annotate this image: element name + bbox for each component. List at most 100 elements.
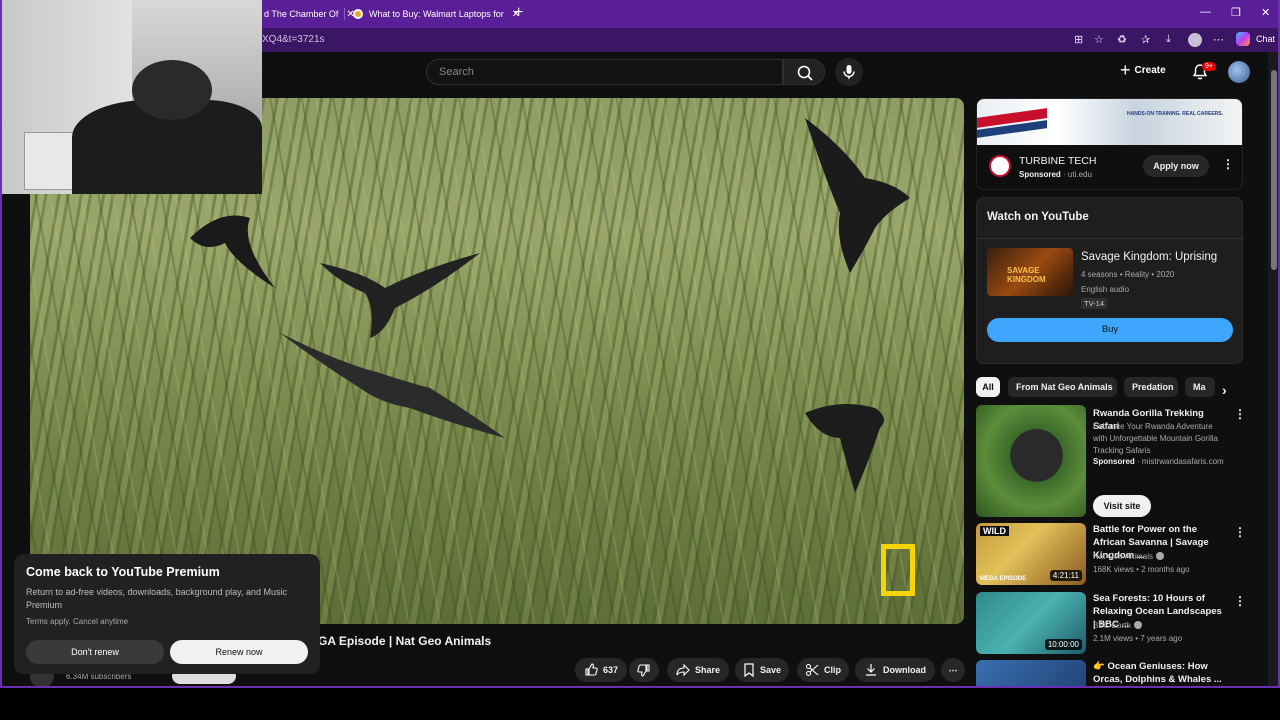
more-actions-button[interactable]: ⋯ xyxy=(941,658,965,682)
show-poster[interactable]: SAVAGE KINGDOM xyxy=(987,248,1073,296)
scrollbar-thumb[interactable] xyxy=(1271,70,1277,270)
ad-banner-image[interactable]: HANDS-ON TRAINING. REAL CAREERS. xyxy=(977,99,1242,145)
bird-image xyxy=(805,118,910,273)
rec-menu-icon[interactable]: ⋮ xyxy=(1234,407,1246,421)
extensions-icon[interactable]: ♻ xyxy=(1117,33,1127,46)
list-item[interactable]: 👉 Ocean Geniuses: How Orcas, Dolphins & … xyxy=(976,660,1236,686)
like-count: 637 xyxy=(602,665,619,675)
rec-channel[interactable]: Nat Geo Animals xyxy=(1093,552,1165,561)
show-meta: 4 seasons • Reality • 2020 xyxy=(1081,270,1175,279)
video-title: GA Episode | Nat Geo Animals xyxy=(318,634,492,648)
plus-icon: + xyxy=(1120,60,1131,80)
webcam-person-head xyxy=(132,60,212,120)
sponsored-ad-card[interactable]: HANDS-ON TRAINING. REAL CAREERS. TURBINE… xyxy=(976,98,1243,190)
account-avatar[interactable] xyxy=(1228,61,1250,83)
search-button[interactable] xyxy=(783,59,825,85)
share-icon xyxy=(676,663,690,677)
download-icon xyxy=(866,664,876,676)
visit-site-button[interactable]: Visit site xyxy=(1093,495,1151,517)
favorite-star-icon[interactable]: ☆ xyxy=(1094,33,1104,46)
favorites-icon[interactable]: ✰ xyxy=(1141,33,1150,46)
search-input[interactable]: Search xyxy=(426,59,783,85)
tab-chamber[interactable]: d The Chamber Of ✕ xyxy=(264,4,355,24)
save-button[interactable]: Save xyxy=(735,658,789,682)
microphone-icon xyxy=(843,65,855,79)
rec-domain: mistrwandasafaris.com xyxy=(1141,457,1224,466)
video-thumbnail[interactable] xyxy=(976,660,1086,686)
video-duration: 10:00:00 xyxy=(1044,639,1082,650)
banner-tagline: HANDS-ON TRAINING. REAL CAREERS. xyxy=(1127,111,1224,117)
scissors-icon xyxy=(805,663,819,677)
popup-title: Come back to YouTube Premium xyxy=(26,565,220,579)
channel-name: BBC Earth xyxy=(1093,621,1131,630)
list-item[interactable]: WILD MEGA EPISODE 4:21:11 Battle for Pow… xyxy=(976,523,1246,587)
restore-icon[interactable]: ❐ xyxy=(1231,6,1241,19)
app-available-icon[interactable]: ⊞ xyxy=(1074,33,1083,46)
copilot-icon xyxy=(1236,32,1250,46)
like-button[interactable]: 637 xyxy=(575,658,627,682)
video-duration: 4:21:11 xyxy=(1049,570,1082,581)
video-thumbnail[interactable]: 10:00:00 xyxy=(976,592,1086,654)
download-button[interactable]: Download xyxy=(855,658,935,682)
rec-title[interactable]: 👉 Ocean Geniuses: How Orcas, Dolphins & … xyxy=(1093,660,1225,686)
channel-name: Nat Geo Animals xyxy=(1093,552,1154,561)
sponsored-label: Sponsored xyxy=(1019,170,1061,179)
chip-from-nat-geo[interactable]: From Nat Geo Animals xyxy=(1008,377,1117,397)
browser-window: d The Chamber Of ✕ What to Buy: Walmart … xyxy=(0,0,1280,688)
rec-menu-icon[interactable]: ⋮ xyxy=(1234,525,1246,539)
apply-now-button[interactable]: Apply now xyxy=(1143,155,1209,177)
list-item[interactable]: 10:00:00 Sea Forests: 10 Hours of Relaxi… xyxy=(976,592,1246,656)
browser-profile-avatar[interactable] xyxy=(1188,33,1202,47)
divider xyxy=(977,238,1244,239)
tab-label: d The Chamber Of xyxy=(264,9,339,19)
video-thumbnail[interactable]: WILD MEGA EPISODE 4:21:11 xyxy=(976,523,1086,585)
rec-menu-icon[interactable]: ⋮ xyxy=(1234,594,1246,608)
new-tab-icon[interactable]: + xyxy=(514,5,523,21)
chip-predation[interactable]: Predation xyxy=(1124,377,1178,397)
more-horizontal-icon: ⋯ xyxy=(948,664,958,675)
rec-stats: 168K views • 2 months ago xyxy=(1093,565,1190,574)
tab-walmart-laptops[interactable]: What to Buy: Walmart Laptops for ✕ xyxy=(353,4,520,24)
chip-all[interactable]: All xyxy=(976,377,1000,397)
natgeo-watermark-logo xyxy=(881,544,915,596)
ad-menu-icon[interactable]: ⋮ xyxy=(1222,157,1234,171)
copilot-chat-button[interactable]: Chat xyxy=(1236,32,1275,46)
thumbnail-caption: MEGA EPISODE xyxy=(980,576,1027,582)
watch-card-heading: Watch on YouTube xyxy=(987,211,1089,223)
webcam-overlay xyxy=(2,0,262,194)
dislike-button[interactable] xyxy=(629,658,659,682)
ad-sponsored-line: Sponsored · uti.edu xyxy=(1019,170,1092,179)
minimize-icon[interactable]: — xyxy=(1200,6,1211,18)
voice-search-button[interactable] xyxy=(835,58,863,86)
share-button[interactable]: Share xyxy=(667,658,729,682)
clip-label: Clip xyxy=(824,665,841,675)
gorilla-thumbnail[interactable] xyxy=(976,405,1086,517)
tab-label: What to Buy: Walmart Laptops for xyxy=(369,9,504,19)
close-window-icon[interactable]: ✕ xyxy=(1261,6,1270,19)
content-rating-badge: TV-14 xyxy=(1081,298,1108,309)
advertiser-name: TURBINE TECH xyxy=(1019,155,1097,167)
downloads-icon[interactable]: ⤓ xyxy=(1166,33,1171,46)
search-icon xyxy=(797,65,813,81)
url-text[interactable]: XQ4&t=3721s xyxy=(262,34,325,45)
bird-image xyxy=(805,404,884,493)
create-button[interactable]: + Create xyxy=(1120,60,1166,80)
list-item[interactable]: Rwanda Gorilla Trekking Safari Enhance Y… xyxy=(976,405,1246,521)
share-label: Share xyxy=(694,665,720,675)
dont-renew-button[interactable]: Don't renew xyxy=(26,640,164,664)
show-title[interactable]: Savage Kingdom: Uprising xyxy=(1081,251,1217,263)
rec-menu-icon[interactable]: ⋮ xyxy=(1234,660,1236,674)
rec-sponsor-line: Sponsored · mistrwandasafaris.com xyxy=(1093,457,1224,466)
renew-now-button[interactable]: Renew now xyxy=(170,640,308,664)
clip-button[interactable]: Clip xyxy=(797,658,849,682)
bird-image xyxy=(190,215,275,288)
rec-stats: 2.1M views • 7 years ago xyxy=(1093,634,1183,643)
chevron-right-icon[interactable]: › xyxy=(1222,382,1227,398)
verified-icon xyxy=(1133,621,1142,629)
chip-more[interactable]: Ma xyxy=(1185,377,1215,397)
buy-button[interactable]: Buy xyxy=(987,318,1233,342)
premium-renewal-popup: Come back to YouTube Premium Return to a… xyxy=(14,554,320,674)
more-menu-icon[interactable]: ⋯ xyxy=(1213,33,1224,46)
watch-on-youtube-card: Watch on YouTube SAVAGE KINGDOM Savage K… xyxy=(976,197,1244,364)
rec-channel[interactable]: BBC Earth xyxy=(1093,621,1142,630)
